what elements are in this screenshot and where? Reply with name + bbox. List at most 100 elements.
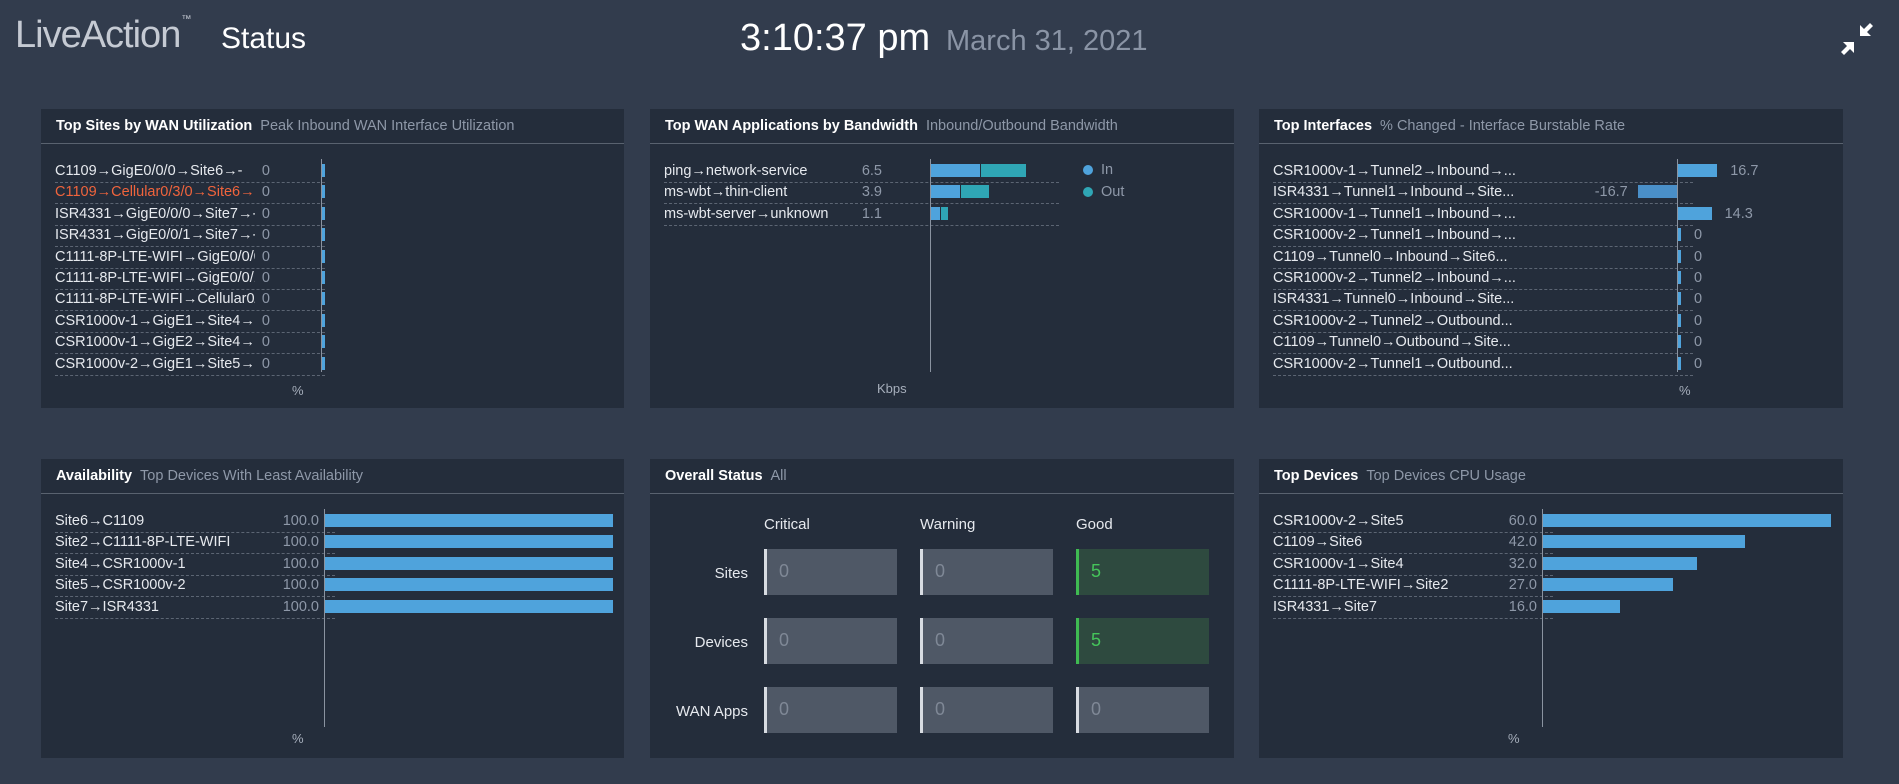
panel-subtitle: Top Devices With Least Availability xyxy=(140,468,364,484)
panel-header: Top Sites by WAN Utilization Peak Inboun… xyxy=(41,109,624,144)
row-label[interactable]: C1109→Tunnel0→Inbound→Site6... xyxy=(1273,249,1523,265)
legend-out-swatch xyxy=(1083,187,1093,197)
row-value: 27.0 xyxy=(1508,577,1537,594)
bar xyxy=(325,514,613,527)
bar xyxy=(1678,249,1681,263)
panel-title: Availability xyxy=(56,468,133,484)
row-label[interactable]: Site2→C1111-8P-LTE-WIFI xyxy=(55,534,255,550)
list-row: CSR1000v-1→Tunnel2→Inbound→... xyxy=(1273,161,1693,183)
row-label[interactable]: ms-wbt-server→unknown xyxy=(664,206,844,222)
row-value: -16.7 xyxy=(1594,184,1628,201)
list-row: CSR1000v-2→Tunnel1→Outbound... xyxy=(1273,354,1693,376)
tile-devices-critical[interactable]: 0 xyxy=(764,618,897,664)
row-value: 100.0 xyxy=(282,513,319,529)
row-label[interactable]: Site7→ISR4331 xyxy=(55,599,255,615)
tile-wanapps-warning[interactable]: 0 xyxy=(920,687,1053,733)
row-value: 0 xyxy=(1694,291,1703,308)
chart-axis xyxy=(324,509,325,727)
row-label[interactable]: ping→network-service xyxy=(664,163,844,179)
row-label[interactable]: CSR1000v-1→Tunnel1→Inbound→... xyxy=(1273,206,1523,222)
row-label[interactable]: CSR1000v-2→Tunnel2→Inbound→... xyxy=(1273,270,1523,286)
row-label[interactable]: CSR1000v-2→Tunnel1→Outbound... xyxy=(1273,356,1523,372)
bar xyxy=(1543,578,1673,592)
row-label[interactable]: CSR1000v-2→Tunnel2→Outbound... xyxy=(1273,313,1523,329)
tile-wanapps-good[interactable]: 0 xyxy=(1076,687,1209,733)
list-row: Site4→CSR1000v-1 100.0 xyxy=(55,554,335,576)
tile-sites-critical[interactable]: 0 xyxy=(764,549,897,595)
row-label[interactable]: C1109→Site6 xyxy=(1273,534,1473,550)
row-value: 0 xyxy=(261,355,270,372)
tile-sites-good[interactable]: 5 xyxy=(1076,549,1209,595)
list-row: CSR1000v-2→Tunnel2→Inbound→... xyxy=(1273,268,1693,290)
bar xyxy=(1678,292,1681,306)
bar xyxy=(1678,206,1712,220)
row-value: 0 xyxy=(1694,355,1703,372)
panel-title: Top Devices xyxy=(1274,468,1359,484)
bar xyxy=(322,228,325,242)
axis-unit: % xyxy=(292,731,304,746)
list-row: ISR4331→Tunnel0→Inbound→Site... xyxy=(1273,289,1693,312)
bar xyxy=(1543,535,1745,549)
row-value: 60.0 xyxy=(1508,513,1537,529)
row-label[interactable]: ISR4331→Tunnel1→Inbound→Site... xyxy=(1273,184,1523,200)
row-label-sites: Sites xyxy=(714,565,748,582)
bar xyxy=(1637,185,1677,199)
list-row: ISR4331→GigE0/0/1→Site7→- 0 xyxy=(55,225,325,248)
bar-in xyxy=(931,185,960,199)
row-label[interactable]: C1109→Tunnel0→Outbound→Site... xyxy=(1273,334,1523,350)
row-value: 0 xyxy=(261,184,270,201)
list-row: CSR1000v-1→Site4 32.0 xyxy=(1273,554,1553,576)
tile-wanapps-critical[interactable]: 0 xyxy=(764,687,897,733)
row-value: 0 xyxy=(1694,312,1703,329)
row-label[interactable]: CSR1000v-1→Site4 xyxy=(1273,556,1473,572)
list-row: C1111-8P-LTE-WIFI→Site2 27.0 xyxy=(1273,575,1553,598)
row-value: 6.5 xyxy=(861,163,882,179)
list-row: C1111-8P-LTE-WIFI→GigE0/0/0→...0 xyxy=(55,247,325,269)
row-value: 100.0 xyxy=(282,577,319,594)
bar xyxy=(1543,556,1697,570)
list-row: C1109→Cellular0/3/0→Site6→- 0 xyxy=(55,182,325,205)
bar xyxy=(1678,335,1681,349)
list-row: CSR1000v-1→GigE1→Site4→- 0 xyxy=(55,311,325,333)
row-label[interactable]: ISR4331→Site7 xyxy=(1273,599,1473,615)
row-label[interactable]: CSR1000v-2→Site5 xyxy=(1273,513,1473,529)
bar xyxy=(1678,164,1718,177)
tile-devices-warning[interactable]: 0 xyxy=(920,618,1053,664)
list-row: CSR1000v-2→GigE1→Site5→- 0 xyxy=(55,354,325,376)
list-row: CSR1000v-2→Tunnel2→Outbound... xyxy=(1273,311,1693,333)
list-row: Site6→C1109 100.0 xyxy=(55,511,335,533)
bar xyxy=(325,599,613,613)
row-label[interactable]: ISR4331→Tunnel0→Inbound→Site... xyxy=(1273,291,1523,307)
panel-subtitle: Inbound/Outbound Bandwidth xyxy=(925,118,1118,134)
row-label-devices: Devices xyxy=(694,634,748,651)
clock-time: 3:10:37 pm xyxy=(740,17,931,59)
row-value: 16.0 xyxy=(1508,598,1537,615)
row-label[interactable]: Site5→CSR1000v-2 xyxy=(55,577,255,593)
list-row: Site7→ISR4331 100.0 xyxy=(55,597,335,619)
bar xyxy=(325,535,613,549)
bar-in xyxy=(931,206,940,220)
list-row: CSR1000v-1→GigE2→Site4→- 0 xyxy=(55,332,325,355)
collapse-arrows-icon xyxy=(1841,23,1873,55)
panel-subtitle: All xyxy=(770,468,787,484)
row-label[interactable]: CSR1000v-2→Tunnel1→Inbound→... xyxy=(1273,227,1523,243)
list-row: ms-wbt-server→unknown 1.1 xyxy=(664,204,1059,226)
row-value: 0 xyxy=(261,163,270,179)
exit-fullscreen-button[interactable] xyxy=(1840,22,1874,56)
bar xyxy=(1678,228,1681,242)
row-label[interactable]: Site6→C1109 xyxy=(55,513,255,529)
legend-out: Out xyxy=(1083,184,1124,200)
row-label[interactable]: ms-wbt→thin-client xyxy=(664,184,844,200)
axis-unit: % xyxy=(292,383,304,398)
row-label[interactable]: Site4→CSR1000v-1 xyxy=(55,556,255,572)
row-label[interactable]: C1111-8P-LTE-WIFI→Site2 xyxy=(1273,577,1473,593)
bar xyxy=(1678,356,1681,370)
list-row: ISR4331→GigE0/0/0→Site7→- 0 xyxy=(55,204,325,226)
axis-unit: % xyxy=(1679,383,1691,398)
row-label[interactable]: CSR1000v-1→Tunnel2→Inbound→... xyxy=(1273,163,1523,179)
tile-devices-good[interactable]: 5 xyxy=(1076,618,1209,664)
row-value: 1.1 xyxy=(861,205,882,222)
list-row: C1109→Site6 42.0 xyxy=(1273,532,1553,555)
tile-sites-warning[interactable]: 0 xyxy=(920,549,1053,595)
row-value: 0 xyxy=(1694,270,1703,286)
